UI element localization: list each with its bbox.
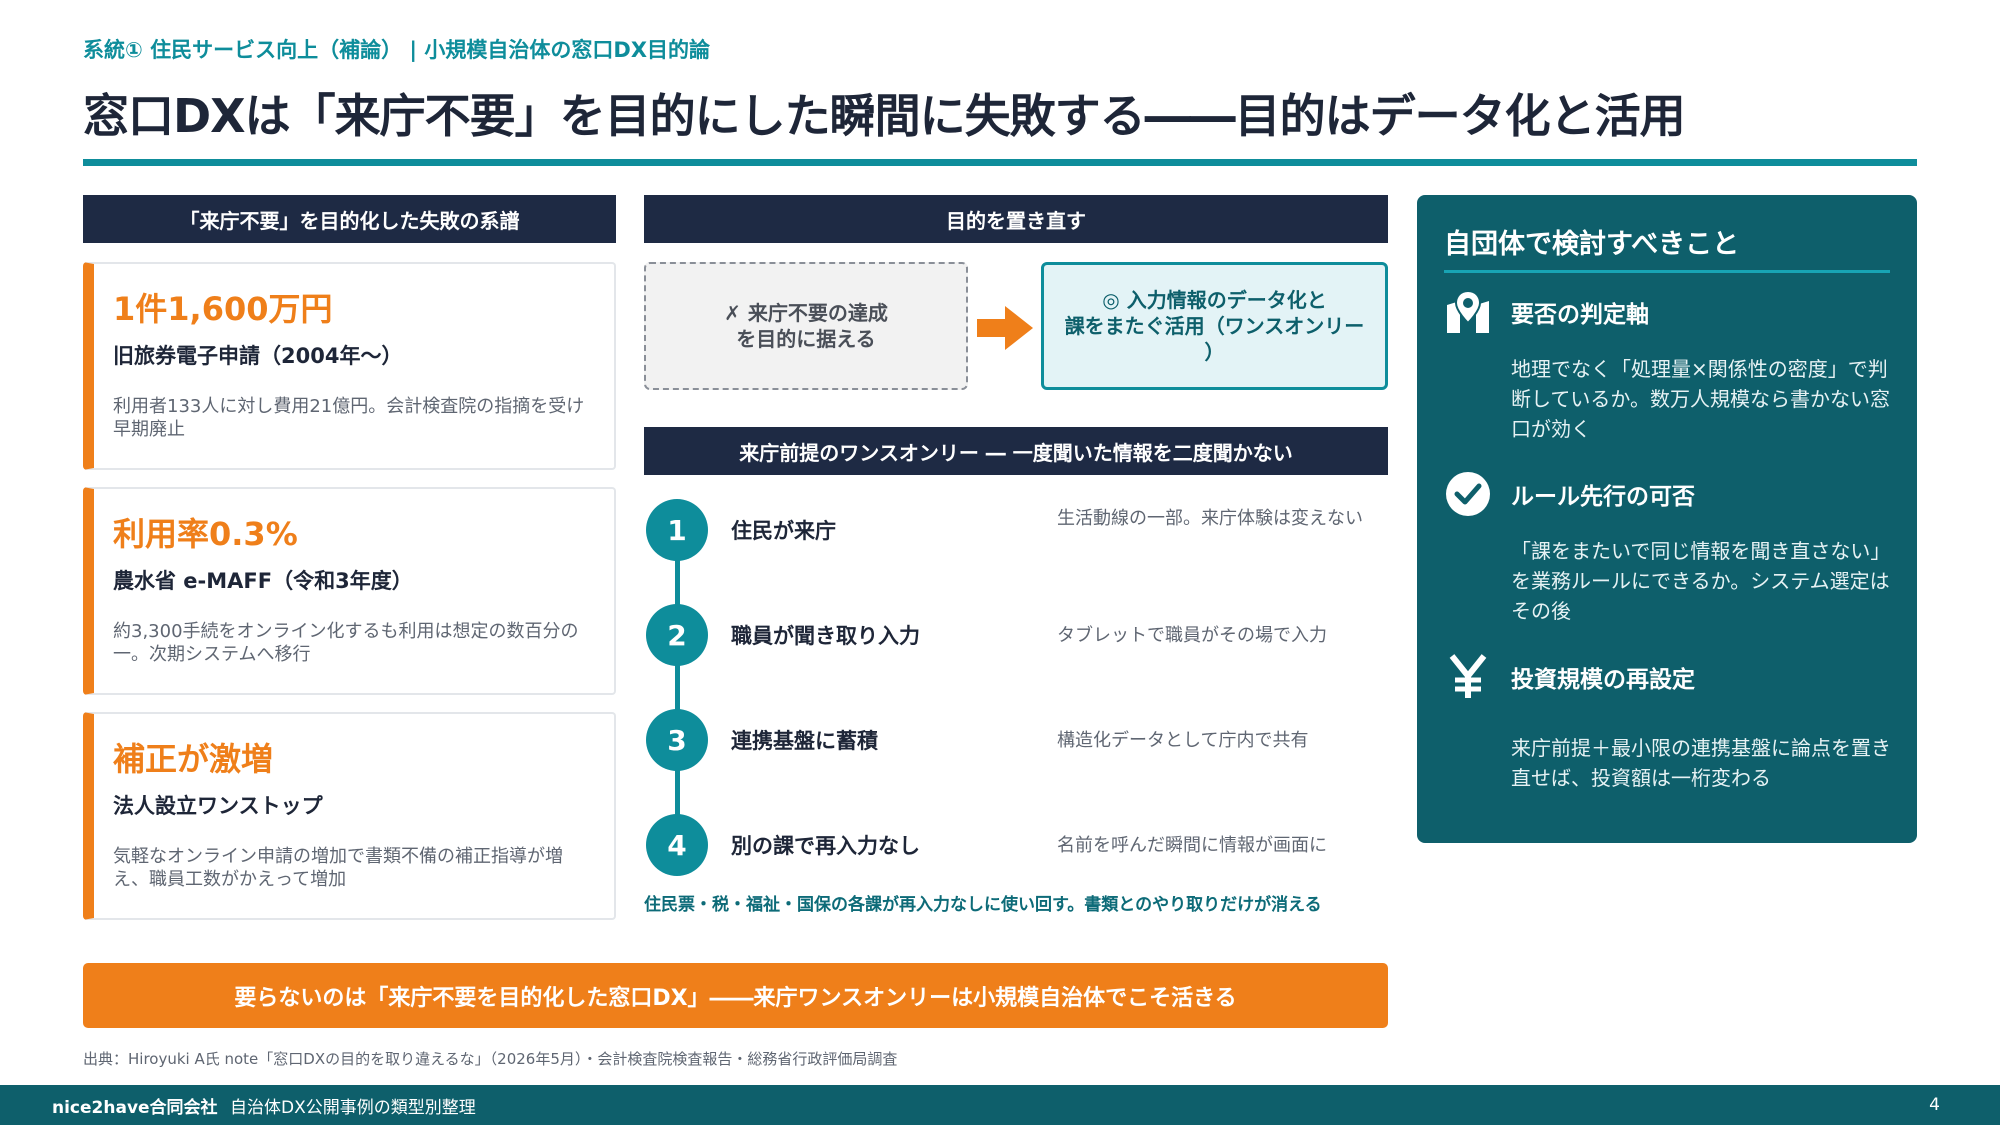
old-goal-line: を目的に据える [736,327,876,351]
item-title: 要否の判定軸 [1511,302,1649,328]
panel-rule [1444,270,1890,273]
fail-card: 補正が激増 法人設立ワンストップ 気軽なオンライン申請の増加で書類不備の補正指導… [83,712,616,920]
fail-card-stat: 補正が激増 [113,740,274,778]
source-note: 出典：Hiroyuki A氏 note「窓口DXの目的を取り違えるな」（2026… [83,1050,898,1068]
page-number: 4 [1929,1095,1940,1115]
step-title: 住民が来庁 [731,519,836,543]
fail-card-stat: 1件1,600万円 [113,290,333,328]
fail-card-desc: 利用者133人に対し費用21億円。会計検査院の指摘を受け早期廃止 [113,396,585,440]
new-goal-line: ） [1204,340,1225,364]
step-title: 別の課で再入力なし [731,834,920,858]
fail-card-name: 法人設立ワンストップ [113,794,323,818]
step-number: 4 [646,814,708,876]
new-goal-line: 課をまたぐ活用（ワンスオンリー [1064,314,1365,338]
fail-card-stat: 利用率0.3% [113,515,298,553]
item-title: 投資規模の再設定 [1511,667,1695,693]
step-connector [675,530,680,845]
fail-card-name: 農水省 e-MAFF（令和3年度） [113,569,413,593]
once-only-heading: 来庁前提のワンスオンリー ― 一度聞いた情報を二度聞かない [644,427,1388,475]
check-circle-icon [1444,470,1492,518]
panel-title: 自団体で検討すべきこと [1444,229,1740,260]
item-title: ルール先行の可否 [1511,484,1695,510]
fail-card: 利用率0.3% 農水省 e-MAFF（令和3年度） 約3,300手続をオンライン… [83,487,616,695]
step-number: 3 [646,709,708,771]
fail-card-desc: 気軽なオンライン申請の増加で書類不備の補正指導が増え、職員工数がかえって増加 [113,846,563,890]
step-number: 2 [646,604,708,666]
left-section-heading: 「来庁不要」を目的化した失敗の系譜 [83,195,616,243]
step-desc: タブレットで職員がその場で入力 [1057,625,1327,646]
item-desc: 地理でなく「処理量×関係性の密度」で判断しているか。数万人規模なら書かない窓口が… [1511,357,1890,441]
footer-bar: nice2have合同会社 自治体DX公開事例の類型別整理 4 [0,1085,2000,1125]
footer-doc-title: 自治体DX公開事例の類型別整理 [230,1097,476,1118]
fail-card-desc: 約3,300手続をオンライン化するも利用は想定の数百分の一。次期システムへ移行 [113,621,579,665]
step-desc: 名前を呼んだ瞬間に情報が画面に [1057,835,1327,856]
right-arrow-icon [977,306,1033,354]
step-title: 連携基盤に蓄積 [731,729,878,753]
right-panel: 自団体で検討すべきこと 要否の判定軸 地理でなく「処理量×関係性の密度」で判断し… [1417,195,1917,843]
title-rule [83,159,1917,166]
step-note: 住民票・税・福祉・国保の各課が再入力なしに使い回す。書類とのやり取りだけが消える [644,895,1322,915]
old-goal-line: ✗ 来庁不要の達成 [724,301,888,325]
map-pin-icon [1444,288,1492,336]
step-number: 1 [646,499,708,561]
item-desc: 「課をまたいで同じ情報を聞き直さない」を業務ルールにできるか。システム選定はその… [1511,539,1891,623]
fail-card-name: 旧旅券電子申請（2004年〜） [113,344,403,368]
conclusion-banner: 要らないのは「来庁不要を目的化した窓口DX」――来庁ワンスオンリーは小規模自治体… [83,963,1388,1028]
step-desc: 構造化データとして庁内で共有 [1057,730,1309,751]
new-goal-box: ◎ 入力情報のデータ化と 課をまたぐ活用（ワンスオンリー ） [1041,262,1388,390]
item-desc: 来庁前提＋最小限の連携基盤に論点を置き直せば、投資額は一桁変わる [1511,736,1891,790]
new-goal-line: ◎ 入力情報のデータ化と [1102,288,1327,312]
yen-icon [1444,653,1492,701]
reframe-heading: 目的を置き直す [644,195,1388,243]
fail-card: 1件1,600万円 旧旅券電子申請（2004年〜） 利用者133人に対し費用21… [83,262,616,470]
step-title: 職員が聞き取り入力 [731,624,920,648]
page-title: 窓口DXは「来庁不要」を目的にした瞬間に失敗する――目的はデータ化と活用 [83,89,1686,143]
footer-company: nice2have合同会社 [52,1097,218,1118]
eyebrow: 系統① 住民サービス向上（補論） | 小規模自治体の窓口DX目的論 [83,38,711,62]
old-goal-box: ✗ 来庁不要の達成 を目的に据える [644,262,968,390]
step-desc: 生活動線の一部。来庁体験は変えない [1057,508,1363,529]
